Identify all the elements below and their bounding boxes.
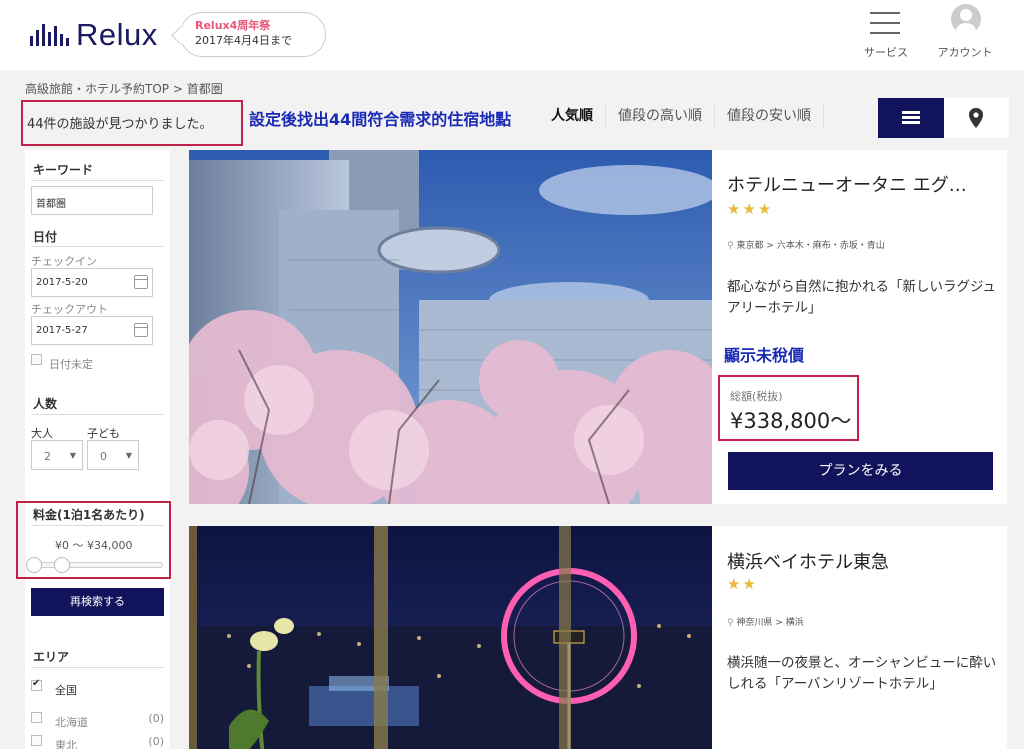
user-avatar-icon [951,4,981,34]
services-label: サービス [864,46,908,59]
site-header: Relux Relux4周年祭 2017年4月4日まで サービス アカウント [0,0,1024,70]
list-view-icon [902,111,920,125]
divider [31,414,164,415]
logo-text: Relux [76,17,158,52]
children-label: 子ども [87,427,120,440]
price-label: 総額(税抜) [730,390,783,403]
hotel-name[interactable]: ホテルニューオータニ エグ… [727,171,967,197]
breadcrumb[interactable]: 高級旅館・ホテル予約TOP > 首都圏 [25,80,223,97]
location-pin-icon: ⚲ [727,241,734,251]
checkin-label: チェックイン [31,255,97,268]
sort-price-low[interactable]: 値段の安い順 [714,105,824,127]
children-value: 0 [100,450,107,463]
tax-annotation: 顯示未稅價 [724,346,805,365]
star-rating: ★★ [727,575,758,593]
checkin-input[interactable]: 2017-5-20 [31,268,153,297]
hotel-photo-image [189,526,712,749]
keyword-heading: キーワード [33,163,94,177]
hotel-photo[interactable] [189,526,712,749]
annotation-note: 設定後找出44間符合需求的住宿地點 [249,110,512,129]
adults-select[interactable]: 2 ▼ [31,440,83,470]
area-item-hokkaido[interactable]: 北海道 (0) [31,712,164,729]
area-checkbox[interactable] [31,712,42,723]
sort-popular[interactable]: 人気順 [539,105,605,127]
area-item-tohoku[interactable]: 東北 (0) [31,735,164,749]
keyword-input[interactable]: 首都圏 [31,186,153,215]
map-view-button[interactable] [944,98,1009,138]
hotel-location: ⚲ 神奈川県 > 横浜 [727,615,804,628]
location-pin-icon: ⚲ [727,618,734,628]
relux-logo[interactable]: Relux [30,17,158,52]
checkout-value: 2017-5-27 [36,325,88,336]
account-label: アカウント [937,46,993,59]
checkout-input[interactable]: 2017-5-27 [31,316,153,345]
date-undecided-label: 日付未定 [49,358,93,371]
divider [31,246,164,247]
location-text: 東京都 > 六本木・麻布・赤坂・青山 [736,241,885,251]
hamburger-icon [870,12,900,36]
result-count: 44件の施設が見つかりました。 [27,117,213,132]
divider [31,667,164,668]
area-name: 北海道 [55,716,88,729]
map-pin-icon [969,108,983,128]
view-plans-button[interactable]: プランをみる [728,452,993,490]
hotel-card[interactable]: 横浜ベイホテル東急 ★★ ⚲ 神奈川県 > 横浜 横浜随一の夜景と、オーシャンビ… [189,526,1007,749]
dropdown-arrow-icon: ▼ [125,451,132,460]
calendar-icon [134,275,148,289]
adults-value: 2 [44,450,51,463]
search-sidebar: キーワード 首都圏 日付 チェックイン 2017-5-20 チェックアウト 20… [25,150,170,749]
people-heading: 人数 [33,397,58,411]
hotel-photo[interactable] [189,150,712,504]
logo-waveform-icon [30,24,69,46]
promo-title: Relux4周年祭 [195,19,271,32]
hotel-photo-image [189,150,712,504]
adults-label: 大人 [31,427,53,440]
calendar-icon [134,323,148,337]
promo-bubble[interactable]: Relux4周年祭 2017年4月4日まで [180,12,326,57]
dropdown-arrow-icon: ▼ [69,451,76,460]
checkout-label: チェックアウト [31,303,108,316]
re-search-button[interactable]: 再検索する [31,588,164,616]
area-checkbox[interactable] [31,735,42,746]
area-name: 全国 [55,684,77,697]
hotel-location: ⚲ 東京都 > 六本木・麻布・赤坂・青山 [727,238,885,251]
account-button[interactable]: アカウント [935,4,995,64]
hotel-name[interactable]: 横浜ベイホテル東急 [727,548,889,574]
location-text: 神奈川県 > 横浜 [736,618,804,628]
hotel-description: 横浜随一の夜景と、オーシャンビューに酔いしれる「アーバンリゾートホテル」 [727,655,997,692]
date-undecided-checkbox[interactable] [31,354,42,365]
divider [31,180,164,181]
area-name: 東北 [55,739,77,749]
area-heading: エリア [33,650,70,664]
hotel-card[interactable]: ホテルニューオータニ エグ… ★★★ ⚲ 東京都 > 六本木・麻布・赤坂・青山 … [189,150,1007,504]
hotel-description: 都心ながら自然に抱かれる「新しいラグジュアリーホテル」 [727,279,997,316]
list-view-button[interactable] [878,98,944,138]
checkin-value: 2017-5-20 [36,277,88,288]
children-select[interactable]: 0 ▼ [87,440,139,470]
sort-price-high[interactable]: 値段の高い順 [605,105,714,127]
price-filter-highlight [16,501,171,579]
sort-bar: 人気順 値段の高い順 値段の安い順 [539,100,824,132]
area-count: (0) [148,712,164,725]
services-button[interactable]: サービス [856,4,916,64]
star-rating: ★★★ [727,200,774,218]
date-heading: 日付 [33,230,58,244]
area-count: (0) [148,735,164,748]
hotel-price: ¥338,800〜 [730,409,852,433]
promo-date: 2017年4月4日まで [195,34,292,47]
area-checkbox[interactable] [31,678,42,691]
area-item-nationwide[interactable]: 全国 [31,678,164,697]
